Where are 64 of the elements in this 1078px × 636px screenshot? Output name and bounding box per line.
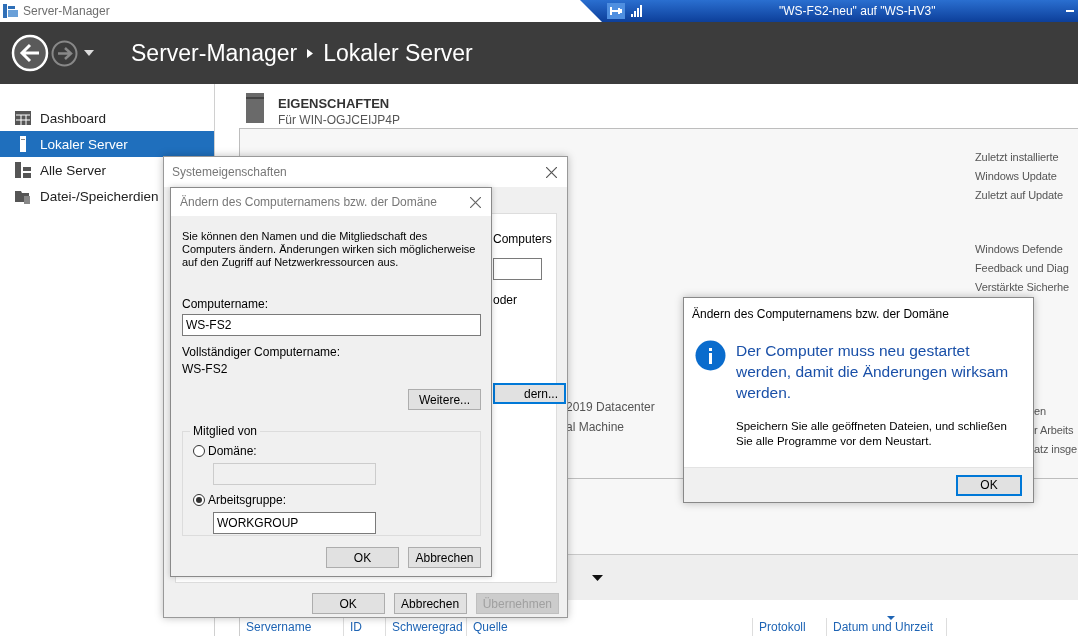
connection-title: "WS-FS2-neu" auf "WS-HV3" bbox=[779, 4, 936, 18]
property-label: Feedback und Diag bbox=[975, 260, 1069, 276]
radio-label: Arbeitsgruppe: bbox=[208, 493, 287, 507]
property-label: Windows Update bbox=[975, 168, 1057, 184]
dropdown-caret-icon[interactable] bbox=[84, 50, 94, 56]
close-icon[interactable] bbox=[470, 196, 481, 208]
section-subtitle: Für WIN-OGJCEIJP4P bbox=[278, 113, 400, 127]
sort-arrow-icon bbox=[886, 616, 895, 620]
property-label: Zuletzt installierte bbox=[975, 149, 1059, 165]
dialog-title: Systemeigenschaften bbox=[172, 165, 287, 179]
folder-icon bbox=[15, 188, 31, 204]
dialog-title: Ändern des Computernamens bzw. der Domäne bbox=[691, 306, 950, 323]
dialog-button[interactable]: OK bbox=[311, 593, 385, 614]
breadcrumb-item[interactable]: Server-Manager bbox=[131, 39, 298, 67]
property-label: en bbox=[1034, 403, 1047, 419]
field-label: Computername: bbox=[182, 297, 270, 311]
grid-icon bbox=[15, 111, 31, 125]
computer-name-field[interactable]: WS-FS2 bbox=[182, 314, 481, 336]
property-label: Windows Defende bbox=[975, 241, 1063, 257]
property-label: atz insge bbox=[1034, 441, 1078, 457]
radio-button[interactable] bbox=[193, 494, 205, 506]
window-title: Server-Manager bbox=[23, 4, 110, 18]
back-button-icon[interactable] bbox=[11, 34, 49, 72]
section-heading: EIGENSCHAFTEN bbox=[278, 96, 391, 111]
dialog-button[interactable]: OK bbox=[326, 547, 399, 568]
radio-button[interactable] bbox=[193, 445, 205, 457]
group-title: Mitglied von bbox=[192, 424, 259, 438]
property-label: r Arbeits bbox=[1034, 422, 1074, 438]
column-header[interactable]: Datum und Uhrzeit bbox=[827, 618, 947, 636]
field-label: Vollständiger Computername: bbox=[182, 345, 342, 359]
sidebar-item[interactable]: Dashboard bbox=[0, 105, 109, 131]
sidebar-item[interactable]: Datei-/Speicherdien bbox=[0, 183, 161, 209]
property-value: 2019 Datacenter bbox=[566, 398, 655, 415]
radio-label: Domäne: bbox=[208, 444, 257, 458]
server-icon bbox=[246, 93, 264, 123]
sidebar-item[interactable]: Lokaler Server bbox=[0, 131, 214, 157]
ok-button[interactable]: OK bbox=[956, 474, 1022, 496]
close-icon[interactable] bbox=[546, 166, 557, 178]
property-label: Verstärkte Sicherhe bbox=[975, 279, 1070, 295]
more-button[interactable]: Weitere... bbox=[408, 389, 481, 410]
server-manager-icon bbox=[3, 4, 18, 18]
change-button[interactable]: dern... bbox=[493, 383, 566, 404]
property-label: Zuletzt auf Update bbox=[975, 187, 1064, 203]
breadcrumb-arrow-icon bbox=[307, 48, 314, 58]
message-heading: Der Computer muss neu gestartet werden, damit die Änderungen wirksam werden. bbox=[736, 341, 1010, 403]
tab-text: oder bbox=[493, 293, 518, 307]
signal-icon bbox=[631, 5, 644, 17]
full-computer-name: WS-FS2 bbox=[182, 362, 229, 376]
input-field[interactable] bbox=[493, 258, 542, 280]
servers-icon bbox=[15, 162, 31, 178]
dropdown-caret-icon[interactable] bbox=[592, 574, 603, 581]
dialog-title: Ändern des Computernamens bzw. der Domäne bbox=[180, 195, 437, 209]
dialog-button[interactable]: Abbrechen bbox=[393, 593, 467, 614]
forward-button-icon[interactable] bbox=[51, 39, 78, 67]
sidebar-item[interactable]: Alle Server bbox=[0, 157, 109, 183]
message-text: Speichern Sie alle geöffneten Dateien, und schließen Sie alle Programme vor dem Neustart. bbox=[736, 419, 1008, 449]
intro-text: Sie können den Namen und die Mitgliedschaft des Computers ändern. Änderungen wirken sich möglicherweise auf den Zugriff auf Netzwerkressourcen aus. bbox=[182, 230, 477, 269]
breadcrumb-item: Lokaler Server bbox=[323, 39, 473, 67]
column-header[interactable]: Protokoll bbox=[753, 618, 827, 636]
dialog-button[interactable]: Abbrechen bbox=[408, 547, 481, 568]
tab-text: Computers bbox=[493, 232, 552, 246]
input-field[interactable]: WORKGROUP bbox=[213, 512, 376, 534]
info-icon bbox=[695, 340, 726, 371]
pin-icon[interactable] bbox=[607, 3, 625, 19]
